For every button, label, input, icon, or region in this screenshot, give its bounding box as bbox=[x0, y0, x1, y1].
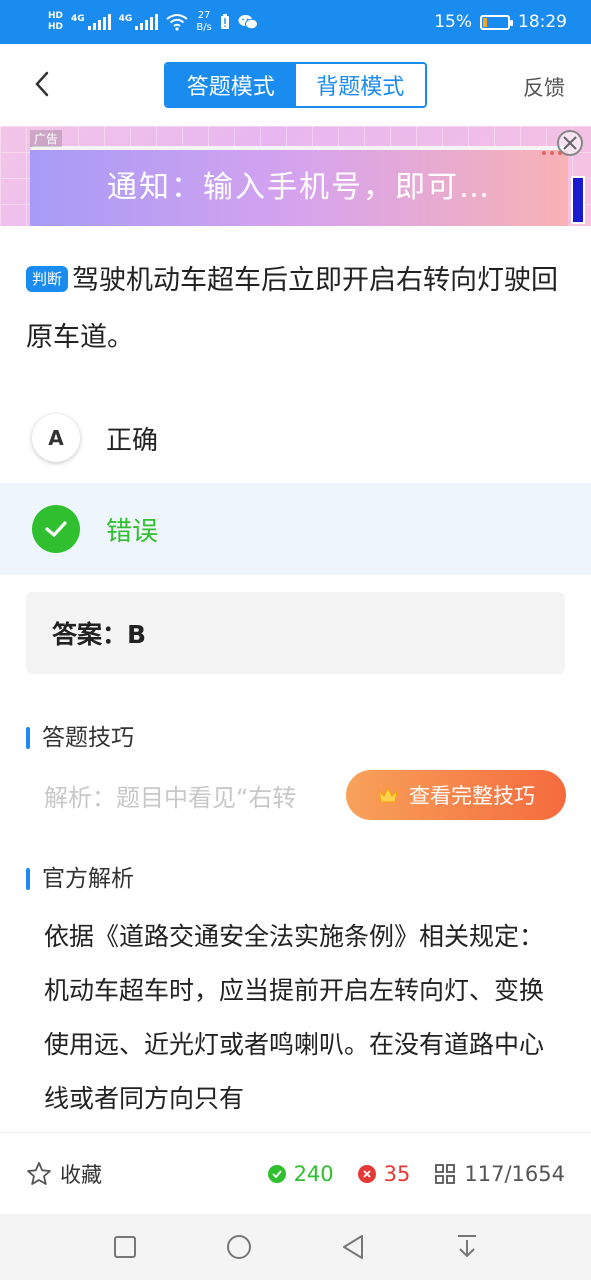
square-icon bbox=[113, 1236, 136, 1258]
recent-apps-button[interactable] bbox=[105, 1227, 145, 1267]
view-full-tips-button[interactable]: 查看完整技巧 bbox=[346, 770, 566, 820]
system-nav-bar bbox=[0, 1214, 591, 1280]
option-text: 错误 bbox=[106, 516, 159, 547]
tips-section-title: 答题技巧 bbox=[26, 724, 134, 752]
net-speed: 27 B/s bbox=[196, 10, 211, 34]
option-b[interactable]: 错误 bbox=[0, 483, 591, 575]
question-text: 驾驶机动车超车后立即开启右转向灯驶回原车道。 bbox=[26, 265, 559, 353]
circle-icon bbox=[226, 1235, 251, 1259]
x-circle-icon bbox=[357, 1164, 376, 1183]
correct-count-value: 240 bbox=[293, 1161, 334, 1186]
notification-pull-button[interactable] bbox=[447, 1227, 487, 1267]
back-nav-button[interactable] bbox=[333, 1227, 373, 1267]
option-letter-badge: A bbox=[32, 414, 80, 462]
battery-level bbox=[483, 17, 487, 27]
home-button[interactable] bbox=[219, 1227, 259, 1267]
signal-label: 4G bbox=[118, 14, 133, 24]
wifi-icon bbox=[166, 14, 188, 31]
check-icon bbox=[32, 505, 80, 553]
tab-answer-mode[interactable]: 答题模式 bbox=[166, 64, 296, 106]
hd-bottom-label: HD bbox=[48, 22, 64, 32]
nav-header: 答题模式 背题模式 反馈 bbox=[0, 44, 591, 126]
signal-icon: 4G bbox=[71, 14, 111, 30]
tips-preview-text: 解析：题目中看见“右转 bbox=[44, 784, 297, 812]
net-speed-value: 27 bbox=[197, 10, 211, 21]
ad-close-button[interactable] bbox=[557, 130, 583, 156]
star-icon bbox=[27, 1161, 51, 1185]
triangle-back-icon bbox=[342, 1235, 363, 1259]
wrong-count-value: 35 bbox=[383, 1161, 411, 1186]
status-bar: HD HD 4G 4G 27 B/s 15% 18:29 bbox=[0, 0, 591, 44]
close-icon bbox=[563, 136, 577, 150]
mode-switch: 答题模式 背题模式 bbox=[164, 62, 427, 108]
battery-percent: 15% bbox=[434, 12, 472, 32]
progress-label: 117/1654 bbox=[464, 1161, 565, 1186]
official-explanation-text: 依据《道路交通安全法实施条例》相关规定：机动车超车时，应当提前开启左转向灯、变换… bbox=[44, 922, 545, 1113]
signal-icon: 4G bbox=[119, 14, 159, 30]
hd-indicator: HD HD bbox=[48, 11, 63, 33]
clock: 18:29 bbox=[518, 12, 567, 32]
net-speed-unit: B/s bbox=[196, 22, 212, 33]
battery-icon bbox=[480, 14, 513, 30]
question-grid-button[interactable]: 117/1654 bbox=[434, 1162, 565, 1186]
ad-text: 通知：输入手机号，即可… bbox=[107, 170, 491, 205]
option-a[interactable]: A 正确 bbox=[0, 392, 591, 484]
ad-side-decoration bbox=[571, 176, 585, 224]
question: 判断 驾驶机动车超车后立即开启右转向灯驶回原车道。 bbox=[26, 252, 571, 366]
favorite-label: 收藏 bbox=[60, 1162, 102, 1187]
chevron-left-icon bbox=[35, 71, 49, 97]
correct-count: 240 bbox=[267, 1161, 334, 1186]
grid-icon bbox=[435, 1163, 456, 1184]
answer-box: 答案：B bbox=[26, 592, 565, 674]
view-full-tips-label: 查看完整技巧 bbox=[409, 784, 535, 808]
question-type-tag: 判断 bbox=[26, 266, 69, 292]
arrow-down-icon bbox=[457, 1235, 476, 1258]
ad-label: 广告 bbox=[30, 130, 63, 147]
ad-frame: 通知：输入手机号，即可… bbox=[30, 146, 568, 226]
hd-top-label: HD bbox=[48, 11, 64, 21]
signal-label: 4G bbox=[71, 14, 85, 24]
wechat-icon bbox=[238, 15, 258, 30]
official-section-title: 官方解析 bbox=[26, 865, 134, 893]
crown-icon bbox=[378, 786, 398, 803]
tab-memorize-mode[interactable]: 背题模式 bbox=[295, 64, 425, 106]
option-text: 正确 bbox=[106, 425, 159, 456]
check-circle-icon bbox=[267, 1164, 286, 1183]
favorite-button[interactable]: 收藏 bbox=[26, 1159, 102, 1189]
ad-banner[interactable]: 通知：输入手机号，即可… 广告 bbox=[0, 126, 591, 226]
feedback-button[interactable]: 反馈 bbox=[523, 72, 565, 102]
answer-text: 答案：B bbox=[52, 620, 147, 649]
ad-window-dots bbox=[542, 151, 562, 155]
wrong-count: 35 bbox=[357, 1161, 411, 1186]
battery-alert-icon bbox=[220, 14, 229, 29]
back-button[interactable] bbox=[26, 68, 58, 100]
bottom-bar: 收藏 240 35 117/1654 bbox=[0, 1132, 591, 1214]
